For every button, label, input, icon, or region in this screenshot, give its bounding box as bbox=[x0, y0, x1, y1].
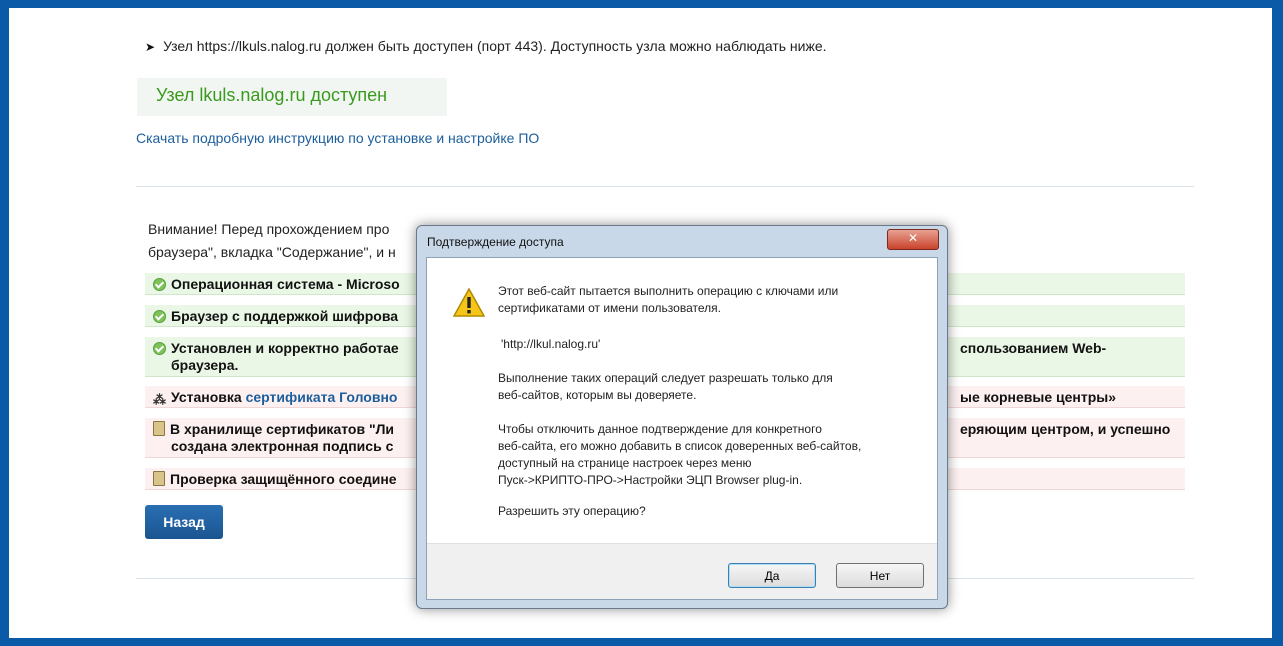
attention-text: Внимание! Перед прохождением про браузер… bbox=[148, 221, 396, 260]
web-page: ➤ Узел https://lkuls.nalog.ru должен быть… bbox=[9, 8, 1272, 638]
yes-button[interactable]: Да bbox=[728, 563, 816, 588]
node-requirement: ➤ Узел https://lkuls.nalog.ru должен быть… bbox=[145, 38, 827, 54]
dialog-message-2: Выполнение таких операций следует разреш… bbox=[498, 371, 833, 402]
access-confirmation-dialog: Подтверждение доступа ✕ Этот веб-сайт пы… bbox=[416, 225, 948, 609]
hourglass-icon bbox=[153, 421, 165, 436]
arrow-bullet-icon: ➤ bbox=[145, 40, 156, 54]
warning-icon bbox=[453, 288, 485, 317]
dialog-question: Разрешить эту операцию? bbox=[498, 504, 646, 518]
download-instructions-link[interactable]: Скачать подробную инструкцию по установк… bbox=[136, 130, 539, 146]
loading-spinner-icon: ⁂ bbox=[153, 392, 166, 407]
check-ok-icon bbox=[153, 342, 166, 355]
node-status-text: Узел lkuls.nalog.ru доступен bbox=[156, 85, 388, 105]
back-button[interactable]: Назад bbox=[145, 505, 223, 539]
hourglass-icon bbox=[153, 471, 165, 486]
root-certificate-link[interactable]: сертификата Головно bbox=[246, 389, 398, 405]
close-button[interactable]: ✕ bbox=[887, 229, 939, 250]
dialog-message-3: Чтобы отключить данное подтверждение для… bbox=[498, 422, 862, 487]
check-ok-icon bbox=[153, 310, 166, 323]
no-button[interactable]: Нет bbox=[836, 563, 924, 588]
dialog-message-1: Этот веб-сайт пытается выполнить операци… bbox=[498, 284, 839, 315]
dialog-title: Подтверждение доступа bbox=[427, 235, 564, 249]
dialog-url: 'http://lkul.nalog.ru' bbox=[501, 337, 601, 351]
check-ok-icon bbox=[153, 278, 166, 291]
divider-top bbox=[136, 186, 1194, 187]
dialog-body: Этот веб-сайт пытается выполнить операци… bbox=[426, 257, 938, 600]
dialog-footer: Да Нет bbox=[427, 543, 937, 599]
close-icon: ✕ bbox=[907, 231, 919, 245]
